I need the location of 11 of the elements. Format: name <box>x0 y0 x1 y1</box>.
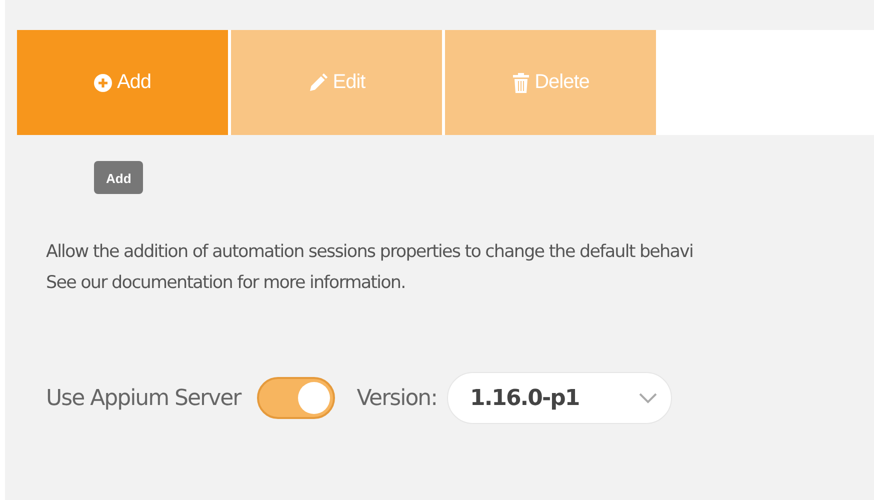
version-label: Version: <box>356 386 438 410</box>
chevron-down-icon <box>639 392 658 404</box>
add-button[interactable]: Add <box>17 30 228 135</box>
pencil-icon <box>308 72 328 92</box>
toggle-switch[interactable] <box>256 377 335 419</box>
appium-label: Use Appium Server <box>46 386 241 410</box>
plus-circle-icon <box>94 74 112 92</box>
trash-icon <box>512 72 530 92</box>
tooltip: Add <box>94 161 144 194</box>
version-select[interactable]: 1.16.0-p1 <box>447 372 672 424</box>
description-text: Allow the addition of automation sessions properties to change the default behavi See our documentation for more information. <box>46 241 694 295</box>
